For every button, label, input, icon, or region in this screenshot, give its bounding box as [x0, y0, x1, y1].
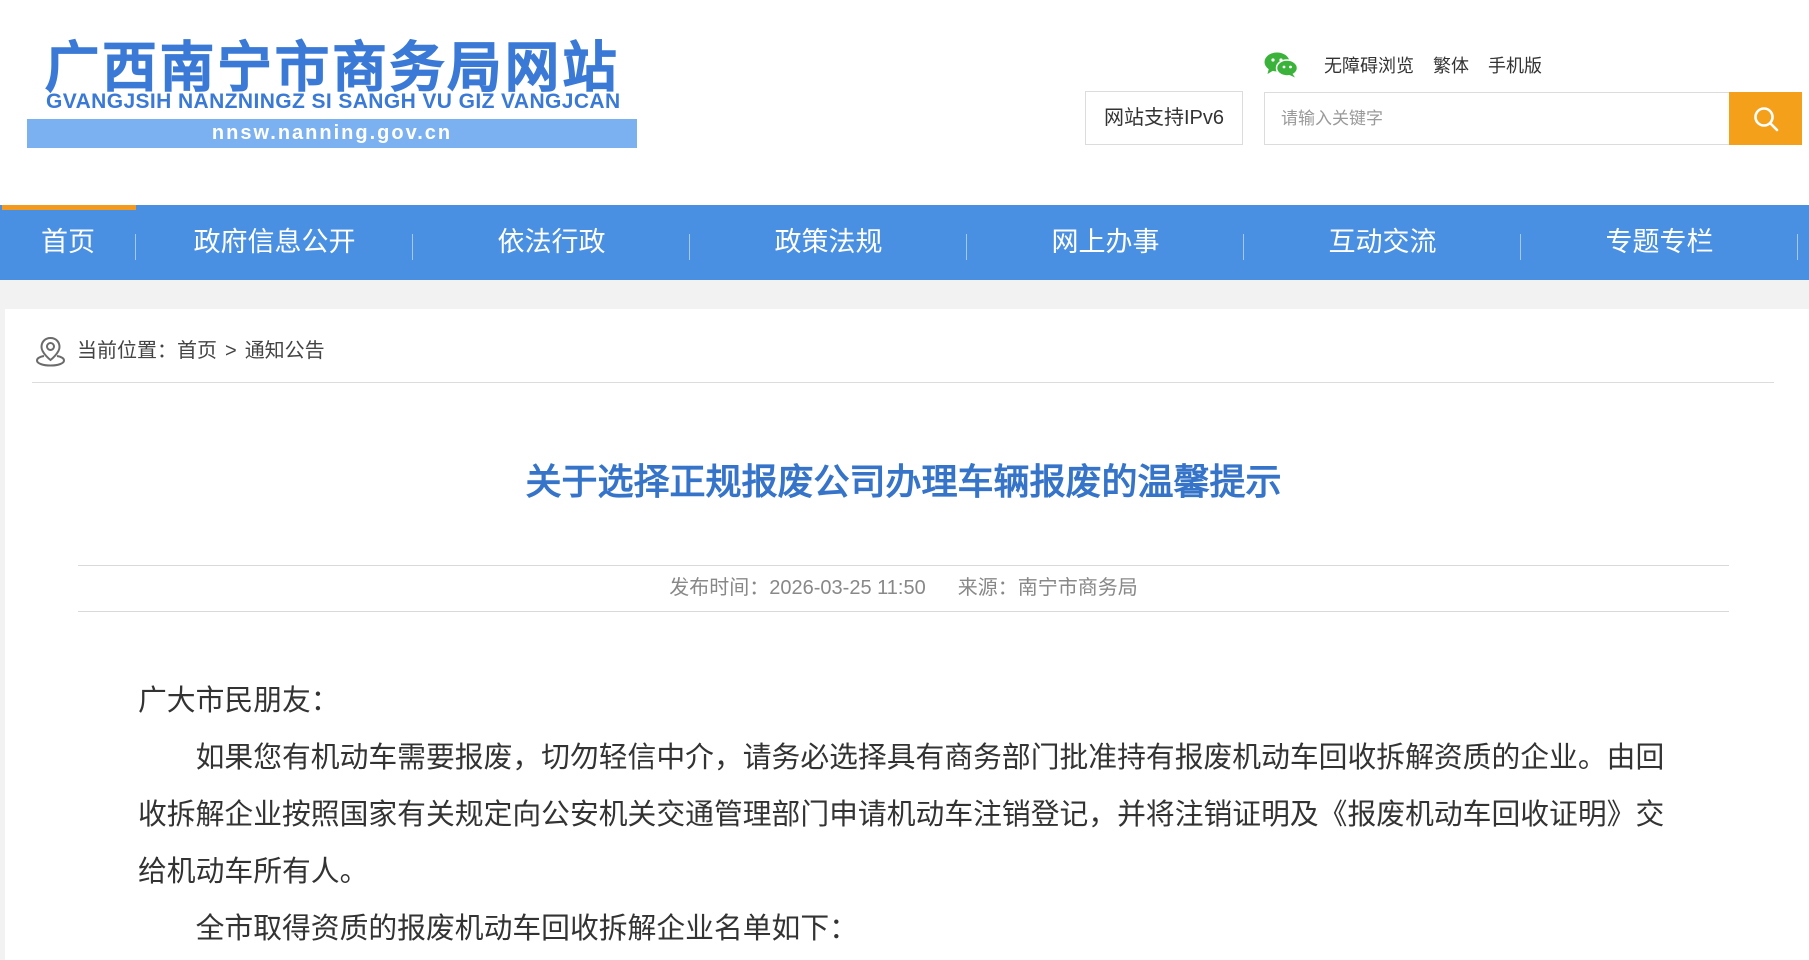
article-title: 关于选择正规报废公司办理车辆报废的温馨提示: [525, 461, 1282, 502]
wechat-icon[interactable]: [1264, 52, 1298, 78]
breadcrumb: 当前位置：首页 > 通知公告: [77, 335, 325, 367]
nav-item-policy[interactable]: 政策法规: [690, 205, 967, 280]
traditional-chinese-link[interactable]: 繁体: [1433, 55, 1469, 77]
publish-time: 2026-03-25 11:50: [769, 577, 926, 599]
search-input[interactable]: [1265, 93, 1729, 144]
top-links: 无障碍浏览 繁体 手机版: [1324, 55, 1561, 77]
nav-item-home[interactable]: 首页: [0, 205, 136, 280]
article-paragraph: 如果您有机动车需要报废，切勿轻信中介，请务必选择具有商务部门批准持有报废机动车回…: [138, 740, 1665, 888]
publish-label: 发布时间：: [669, 577, 770, 599]
nav-item-interaction[interactable]: 互动交流: [1244, 205, 1521, 280]
breadcrumb-prefix: 当前位置：: [77, 340, 177, 362]
breadcrumb-separator: >: [225, 340, 237, 362]
site-header: 广西南宁市商务局网站 GVANGJSIH NANZNINGZ SI SANGH …: [0, 0, 1809, 205]
source-value: 南宁市商务局: [1017, 577, 1138, 599]
breadcrumb-home-link[interactable]: 首页: [177, 340, 217, 362]
breadcrumb-current-link[interactable]: 通知公告: [245, 340, 325, 362]
search-box: [1264, 92, 1729, 145]
nav-item-online-service[interactable]: 网上办事: [967, 205, 1244, 280]
logo-domain: nnsw.nanning.gov.cn: [27, 119, 637, 148]
nav-item-law-admin[interactable]: 依法行政: [413, 205, 690, 280]
main-nav: 首页 政府信息公开 依法行政 政策法规 网上办事 互动交流 专题专栏: [0, 205, 1809, 280]
article-paragraph: 全市取得资质的报废机动车回收拆解企业名单如下：: [195, 911, 858, 945]
location-icon: [35, 335, 66, 367]
logo-subtitle: GVANGJSIH NANZNINGZ SI SANGH VU GIZ VANG…: [46, 90, 621, 113]
article-salutation: 广大市民朋友：: [138, 683, 340, 717]
accessibility-link[interactable]: 无障碍浏览: [1324, 55, 1414, 77]
nav-item-gov-info[interactable]: 政府信息公开: [136, 205, 413, 280]
article-meta: 发布时间：2026-03-25 11:50 来源：南宁市商务局: [78, 565, 1729, 612]
content-panel: 当前位置：首页 > 通知公告 关于选择正规报废公司办理车辆报废的温馨提示 发布时间：…: [5, 309, 1809, 960]
source-label: 来源：: [957, 577, 1018, 599]
search-button[interactable]: [1729, 92, 1802, 145]
logo-title: 广西南宁市商务局网站: [45, 38, 620, 99]
breadcrumb-divider: [32, 382, 1774, 383]
search-icon: [1752, 105, 1780, 133]
nav-item-special-topics[interactable]: 专题专栏: [1521, 205, 1798, 280]
mobile-version-link[interactable]: 手机版: [1488, 55, 1542, 77]
article-body: 广大市民朋友： 如果您有机动车需要报废，切勿轻信中介，请务必选择具有商务部门批准…: [138, 672, 1668, 957]
site-logo[interactable]: 广西南宁市商务局网站 GVANGJSIH NANZNINGZ SI SANGH …: [27, 36, 637, 148]
ipv6-badge: 网站支持IPv6: [1085, 91, 1243, 145]
